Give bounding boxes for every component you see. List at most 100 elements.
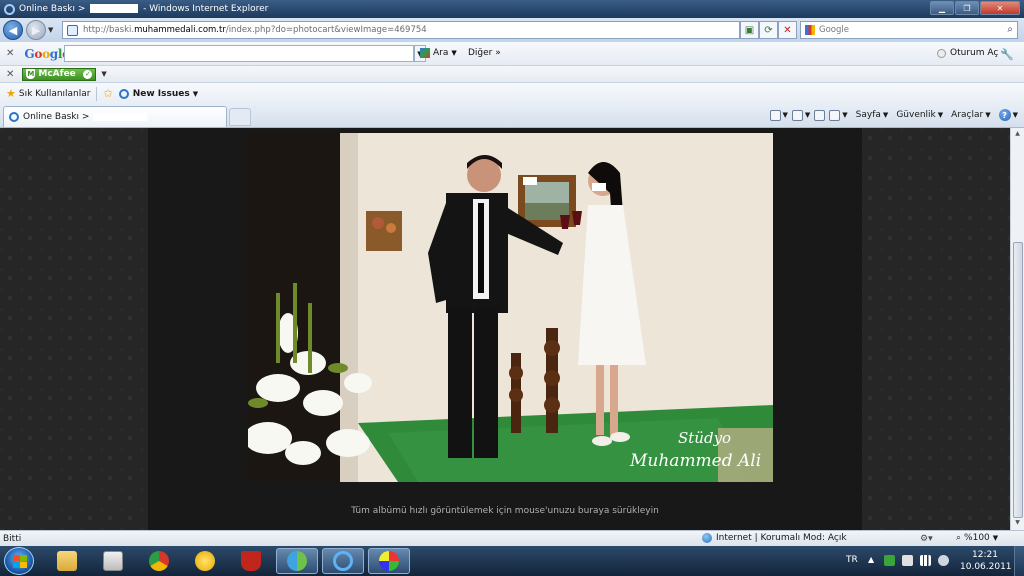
chevron-down-icon[interactable]: ▼ [938, 111, 943, 119]
taskbar-transfer-app[interactable] [184, 548, 226, 574]
tools-menu[interactable]: Araçlar [951, 110, 983, 120]
tab-online-baski[interactable]: Online Baskı > [3, 106, 227, 127]
chevron-down-icon[interactable]: ▼ [883, 111, 888, 119]
google-search-icon [420, 48, 430, 58]
navigation-bar: ◀ ▶ ▼ http://baski. muhammedali.com.tr/in… [0, 18, 1024, 42]
search-icon[interactable]: ⌕ [1007, 24, 1013, 35]
stop-icon[interactable]: ✕ [778, 21, 797, 39]
history-dropdown-icon[interactable]: ▼ [48, 26, 53, 34]
print-icon[interactable] [829, 109, 841, 121]
add-favorite-icon[interactable]: ✩ [103, 87, 112, 100]
scroll-thumb[interactable] [1013, 242, 1023, 518]
chevron-down-icon[interactable]: ▼ [805, 111, 810, 119]
url-domain: muhammedali.com.tr [134, 25, 226, 35]
ie-icon [4, 3, 15, 15]
google-toolbar: ✕ Google ▼ Ara ▼ Diğer » Oturum Aç 🔧 [0, 42, 1024, 66]
mail-icon[interactable] [814, 109, 826, 121]
taskbar-explorer[interactable] [46, 548, 88, 574]
chevron-down-icon[interactable]: ▼ [1013, 111, 1018, 119]
taskbar-messenger[interactable] [276, 548, 318, 574]
search-input[interactable]: Google ⌕ [800, 21, 1018, 39]
volume-icon[interactable] [938, 555, 949, 566]
close-button[interactable]: ✕ [980, 1, 1020, 15]
logo-letter: o [34, 46, 43, 61]
chevron-down-icon: ▼ [451, 49, 457, 57]
taskbar-mcafee[interactable] [230, 548, 272, 574]
google-search-input[interactable] [64, 45, 414, 62]
window-title: Online Baskı > - Windows Internet Explor… [19, 4, 268, 14]
taskbar-paint[interactable] [368, 548, 410, 574]
zoom-control[interactable]: ⌕ %100 ▼ [956, 533, 998, 543]
vertical-scrollbar[interactable]: ▲ ▼ [1010, 128, 1024, 530]
protected-mode-icon[interactable]: ⚙▾ [920, 534, 933, 544]
signin-icon [937, 48, 946, 58]
wedding-photo[interactable]: Stüdyo Muhammed Ali [248, 133, 773, 482]
google-icon [805, 25, 815, 35]
wrench-icon[interactable]: 🔧 [1000, 48, 1014, 61]
signin-button[interactable]: Oturum Aç [937, 48, 998, 58]
network-icon[interactable] [920, 555, 931, 566]
taskbar-chrome[interactable] [138, 548, 180, 574]
signin-label: Oturum Aç [950, 48, 999, 58]
chevron-down-icon[interactable]: ▼ [783, 111, 788, 119]
show-desktop-button[interactable] [1014, 546, 1024, 576]
scroll-down-icon[interactable]: ▼ [1013, 519, 1022, 528]
compatibility-view-icon[interactable]: ▣ [740, 21, 759, 39]
mcafee-button[interactable]: M McAfee ✓ [22, 67, 97, 81]
globe-icon [702, 533, 712, 543]
taskbar: TR ▲ 12:21 10.06.2011 [0, 546, 1024, 576]
new-tab-button[interactable] [229, 108, 251, 126]
mcafee-toolbar: ✕ M McAfee ✓ ▼ [0, 66, 1024, 83]
start-button[interactable] [4, 547, 34, 575]
new-issues-link[interactable]: New Issues [133, 89, 190, 99]
language-indicator[interactable]: TR [846, 555, 858, 565]
status-text: Bitti [3, 533, 22, 544]
close-toolbar-icon[interactable]: ✕ [6, 48, 14, 59]
tray-app-icon[interactable] [884, 555, 895, 566]
photo-illustration: Stüdyo Muhammed Ali [248, 133, 773, 482]
scroll-up-icon[interactable]: ▲ [1013, 130, 1022, 139]
zoom-icon: ⌕ [956, 533, 962, 543]
page-menu[interactable]: Sayfa [856, 110, 881, 120]
messenger-icon [287, 551, 307, 571]
taskbar-internet-explorer[interactable] [322, 548, 364, 574]
favorites-button[interactable]: Sık Kullanılanlar [19, 89, 91, 99]
back-button[interactable]: ◀ [3, 20, 23, 40]
status-bar: Bitti Internet | Korumalı Mod: Açık ⚙▾ ⌕… [0, 530, 1024, 546]
window-title-prefix: Online Baskı > [19, 4, 89, 14]
show-hidden-icons[interactable]: ▲ [868, 555, 874, 564]
url-prefix: http://baski. [83, 25, 135, 35]
clock[interactable]: 12:21 10.06.2011 [960, 549, 1012, 573]
tab-title: Online Baskı > [23, 112, 90, 122]
check-icon: ✓ [83, 69, 93, 79]
favorites-star-icon[interactable]: ★ [6, 87, 16, 100]
address-input[interactable]: http://baski. muhammedali.com.tr/index.ph… [62, 21, 740, 39]
url-path: /index.php?do=photocart&viewImage=469754 [225, 25, 427, 35]
chevron-down-icon[interactable]: ▼ [101, 70, 106, 78]
chevron-down-icon[interactable]: ▼ [842, 111, 847, 119]
security-zone-label: Internet | Korumalı Mod: Açık [716, 533, 847, 543]
album-hint-caption[interactable]: Tüm albümü hızlı görüntülemek için mouse… [148, 506, 862, 516]
zoom-level: %100 [964, 533, 990, 543]
battery-icon[interactable] [902, 555, 913, 566]
logo-letter: o [42, 46, 50, 61]
mcafee-shield-icon: M [26, 69, 36, 79]
ie-page-icon [118, 88, 129, 99]
close-toolbar-icon[interactable]: ✕ [6, 69, 14, 80]
chevron-down-icon[interactable]: ▼ [985, 111, 990, 119]
security-zone[interactable]: Internet | Korumalı Mod: Açık [702, 533, 847, 543]
more-button[interactable]: Diğer » [468, 48, 501, 58]
chevron-down-icon[interactable]: ▼ [193, 90, 198, 98]
restore-button[interactable]: ❐ [955, 1, 979, 15]
rss-icon[interactable] [791, 109, 803, 121]
search-placeholder: Google [819, 25, 849, 35]
home-icon[interactable] [769, 109, 781, 121]
refresh-icon[interactable]: ⟳ [759, 21, 778, 39]
minimize-button[interactable]: ▁ [930, 1, 954, 15]
system-tray: TR ▲ 12:21 10.06.2011 [840, 546, 1024, 576]
google-search-button[interactable]: Ara ▼ [420, 48, 457, 58]
help-icon[interactable]: ? [998, 109, 1011, 121]
taskbar-media-player[interactable] [92, 548, 134, 574]
forward-button[interactable]: ▶ [26, 20, 46, 40]
safety-menu[interactable]: Güvenlik [896, 110, 935, 120]
